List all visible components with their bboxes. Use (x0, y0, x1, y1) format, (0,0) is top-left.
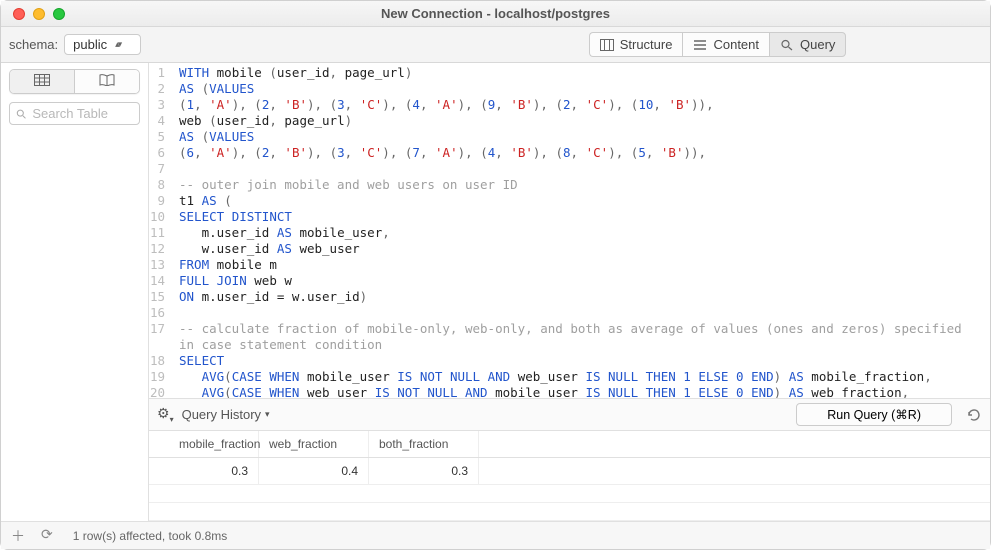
search-input[interactable] (32, 106, 133, 121)
cell: 0.4 (259, 458, 369, 484)
column-header[interactable]: web_fraction (259, 431, 369, 457)
add-icon[interactable]: ＋ (11, 526, 25, 546)
structure-icon (600, 39, 614, 51)
tab-structure[interactable]: Structure (589, 32, 683, 57)
results-body: 0.30.40.3 (149, 458, 990, 521)
tab-query-label: Query (800, 37, 835, 52)
content-icon (693, 39, 707, 51)
schema-value: public (73, 37, 107, 52)
grid-icon (34, 74, 50, 86)
run-query-button[interactable]: Run Query (⌘R) (796, 403, 952, 426)
status-bar: ＋ ⟳ 1 row(s) affected, took 0.8ms (1, 521, 990, 549)
book-icon (99, 74, 115, 86)
sidebar-view-toggle (9, 69, 140, 94)
window-title: New Connection - localhost/postgres (1, 6, 990, 21)
query-actions-bar: ⚙︎▾ Query History ▾ Run Query (⌘R) (149, 398, 990, 430)
cell: 0.3 (149, 458, 259, 484)
query-history-button[interactable]: Query History ▾ (182, 407, 270, 422)
tab-query[interactable]: Query (769, 32, 846, 57)
code-area[interactable]: WITH mobile (user_id, page_url)AS (VALUE… (173, 63, 975, 398)
schema-select[interactable]: public ▴▾ (64, 34, 141, 55)
chevron-updown-icon: ▴▾ (115, 39, 120, 50)
schema-label: schema: (9, 37, 58, 52)
tab-content-label: Content (713, 37, 759, 52)
tab-structure-label: Structure (620, 37, 673, 52)
sidebar-view-book[interactable] (75, 70, 139, 93)
query-icon (780, 39, 794, 51)
sidebar-view-grid[interactable] (10, 70, 75, 93)
toolbar: schema: public ▴▾ Structure Content Quer… (1, 27, 990, 63)
tab-content[interactable]: Content (682, 32, 769, 57)
titlebar: New Connection - localhost/postgres (1, 1, 990, 27)
column-header[interactable]: mobile_fraction (149, 431, 259, 457)
column-header[interactable]: both_fraction (369, 431, 479, 457)
results-header: mobile_fractionweb_fractionboth_fraction (149, 430, 990, 458)
search-table[interactable] (9, 102, 140, 125)
chevron-down-icon: ▾ (265, 409, 270, 420)
refresh-icon[interactable] (966, 407, 982, 423)
reload-icon[interactable]: ⟳ (41, 526, 53, 546)
line-gutter: 12345678910111213141516171819202122 (149, 63, 173, 398)
cell: 0.3 (369, 458, 479, 484)
view-mode-segmented: Structure Content Query (589, 32, 847, 57)
query-history-label: Query History (182, 407, 261, 422)
status-text: 1 row(s) affected, took 0.8ms (73, 529, 228, 543)
gear-icon[interactable]: ⚙︎▾ (157, 405, 174, 424)
search-icon (16, 108, 26, 120)
sidebar (1, 63, 149, 521)
sql-editor[interactable]: 12345678910111213141516171819202122 WITH… (149, 63, 990, 398)
table-row[interactable]: 0.30.40.3 (149, 458, 990, 485)
